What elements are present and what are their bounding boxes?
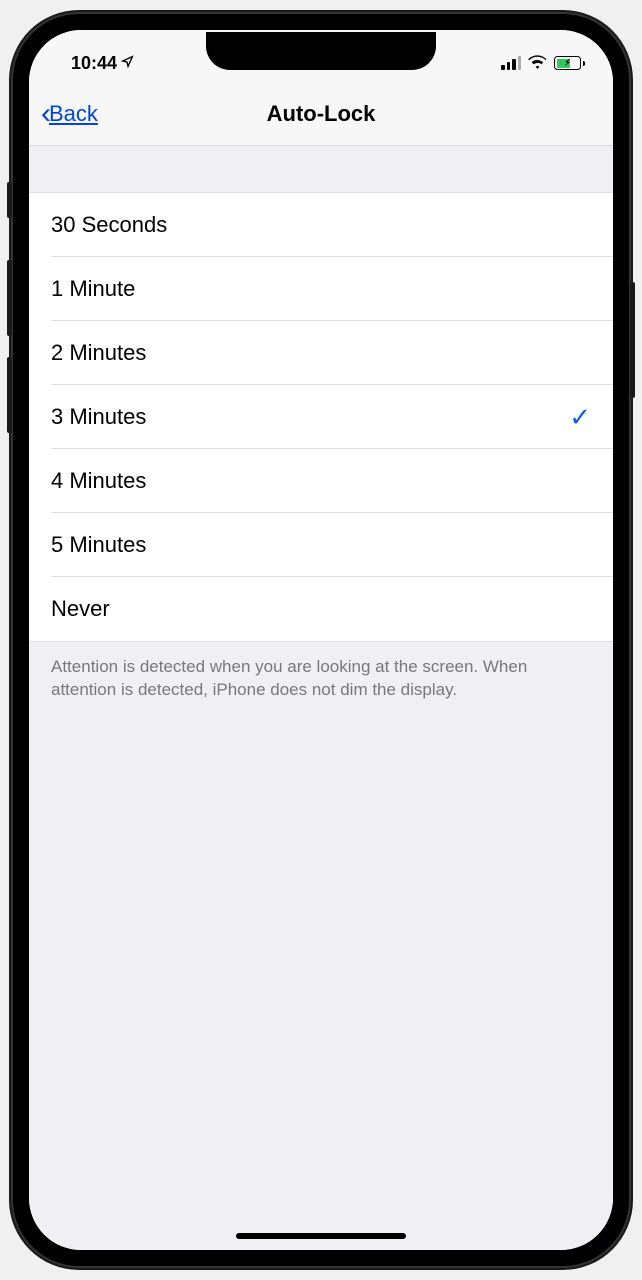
wifi-icon [528,53,547,74]
option-label: 4 Minutes [51,468,146,494]
location-icon [121,55,134,71]
battery-icon: ⚡︎ [554,56,585,70]
page-title: Auto-Lock [267,101,376,127]
footer-description: Attention is detected when you are looki… [29,642,613,716]
option-3-minutes[interactable]: 3 Minutes ✓ [29,385,613,449]
option-5-minutes[interactable]: 5 Minutes [29,513,613,577]
option-label: 30 Seconds [51,212,167,238]
option-30-seconds[interactable]: 30 Seconds [29,193,613,257]
nav-bar: ‹ Back Auto-Lock [29,82,613,146]
option-label: 3 Minutes [51,404,146,430]
option-2-minutes[interactable]: 2 Minutes [29,321,613,385]
home-indicator[interactable] [236,1233,406,1239]
autolock-options-list: 30 Seconds 1 Minute 2 Minutes 3 Minutes … [29,192,613,642]
option-never[interactable]: Never [29,577,613,641]
option-label: Never [51,596,110,622]
option-label: 1 Minute [51,276,135,302]
screen: 10:44 [29,30,613,1250]
back-button[interactable]: ‹ Back [41,99,98,129]
option-label: 5 Minutes [51,532,146,558]
status-time: 10:44 [71,53,117,74]
status-left: 10:44 [71,53,134,74]
option-1-minute[interactable]: 1 Minute [29,257,613,321]
content: 30 Seconds 1 Minute 2 Minutes 3 Minutes … [29,146,613,1250]
back-label: Back [49,101,98,127]
device-frame: 10:44 [11,12,631,1268]
checkmark-icon: ✓ [569,402,591,433]
section-spacer [29,146,613,192]
status-bar: 10:44 [29,30,613,82]
option-4-minutes[interactable]: 4 Minutes [29,449,613,513]
status-right: ⚡︎ [501,53,585,74]
cellular-signal-icon [501,56,521,70]
option-label: 2 Minutes [51,340,146,366]
